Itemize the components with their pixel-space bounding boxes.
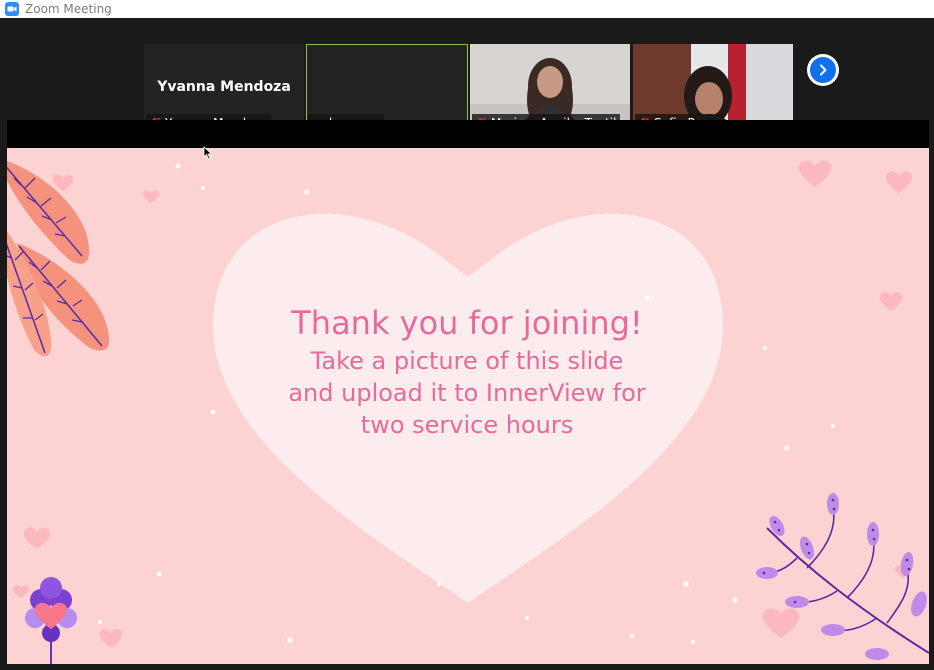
window-title: Zoom Meeting xyxy=(25,2,112,16)
slide-heading: Thank you for joining! xyxy=(291,304,643,342)
shared-screen-letterbox xyxy=(7,120,929,148)
participant-name-display: Yvanna Mendoza xyxy=(157,79,291,95)
flower-illustration xyxy=(25,577,77,664)
slide-text-block: Thank you for joining! Take a picture of… xyxy=(287,303,647,441)
zoom-camera-icon xyxy=(5,2,19,16)
slide-body: Take a picture of this slide and upload … xyxy=(288,347,646,439)
mouse-cursor-icon xyxy=(203,146,213,160)
leaf-illustration xyxy=(7,161,110,357)
title-bar: Zoom Meeting xyxy=(0,0,934,18)
next-participants-button[interactable] xyxy=(807,54,839,86)
chevron-right-icon xyxy=(820,64,827,76)
shared-slide: Thank you for joining! Take a picture of… xyxy=(7,148,929,664)
